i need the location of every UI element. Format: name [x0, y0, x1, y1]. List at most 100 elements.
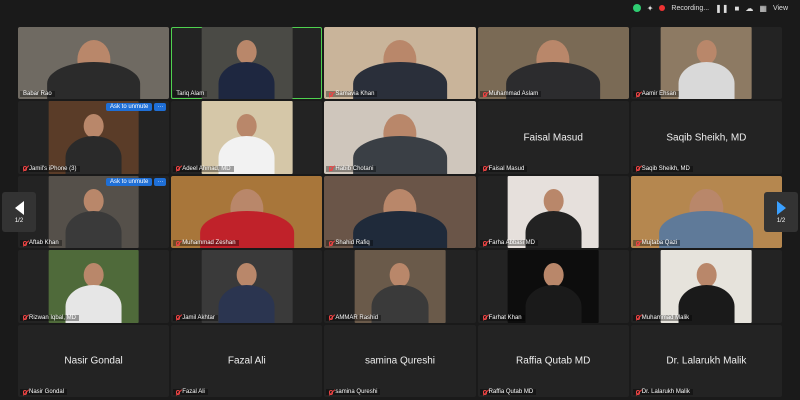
person-head: [390, 263, 410, 288]
person-head: [83, 114, 104, 139]
person-head: [236, 263, 257, 288]
participant-name: Faisal Masud: [488, 165, 525, 172]
participant-name-tag: Muhammad Zeshan: [173, 240, 239, 247]
person-head: [236, 114, 257, 139]
participant-video: [18, 27, 170, 100]
mic-muted-icon: [176, 166, 181, 172]
top-status-bar: ✦ Recording... ❚❚ ■ ☁ ▦ View: [0, 0, 800, 16]
participant-name: Babar Rao: [23, 91, 52, 98]
participant-name: Adeel Ahmad, MD: [182, 165, 231, 172]
participant-name-tag: Adeel Ahmad, MD: [173, 165, 234, 172]
participant-tile[interactable]: Samavia Khan: [324, 27, 476, 100]
participant-tile[interactable]: Adeel Ahmad, MD: [171, 101, 323, 174]
mic-muted-icon: [482, 166, 487, 172]
participant-name: Muhammad Zeshan: [182, 240, 236, 247]
participant-video: [48, 175, 139, 249]
participant-display-name: Fazal Ali: [227, 355, 266, 367]
participant-name-tag: Habib Chotani: [326, 165, 377, 172]
participant-tile[interactable]: Raffia Qutab MD Raffia Qutab MD: [477, 324, 629, 397]
grid-icon[interactable]: ▦: [759, 4, 767, 13]
mic-muted-icon: [176, 389, 181, 395]
ask-to-unmute-group: Ask to unmute ···: [106, 177, 167, 186]
participant-name: Habib Chotani: [335, 165, 374, 172]
participant-tile[interactable]: Tariq Alam: [171, 27, 323, 100]
mic-muted-icon: [482, 315, 487, 321]
participant-video: [201, 250, 293, 323]
participant-tile[interactable]: Jamil Akhtar: [171, 250, 323, 323]
person-head: [696, 40, 717, 64]
participant-video: [324, 101, 476, 174]
participant-name: Jamil Akhtar: [182, 314, 215, 321]
participant-name: Jamil's iPhone (3): [29, 165, 77, 172]
participant-name-tag: AMMAR Rashid: [326, 314, 382, 321]
participant-video: [661, 27, 752, 100]
participant-name: Saqib Sheikh, MD: [641, 165, 690, 172]
sparkle-icon[interactable]: ✦: [647, 4, 654, 13]
participant-video: [171, 175, 323, 249]
participant-display-name: samina Qureshi: [364, 355, 435, 367]
participant-name: Muhammad Aslam: [488, 91, 539, 98]
previous-page-button[interactable]: 1/2: [2, 192, 36, 232]
participant-display-name: Nasir Gondal: [64, 355, 123, 367]
participant-name-tag: Shahid Rafiq: [326, 240, 373, 247]
participant-name-tag: Jamil Akhtar: [173, 314, 218, 321]
participant-tile[interactable]: Habib Chotani: [324, 101, 476, 174]
participant-tile[interactable]: Babar Rao: [18, 27, 170, 100]
participant-tile[interactable]: Ask to unmute ··· Jamil's iPhone (3): [18, 101, 170, 174]
participant-name-tag: Mujtaba Qazi: [632, 240, 681, 247]
participant-name-tag: Aamir Ehsan: [632, 91, 680, 98]
participant-name: Shahid Rafiq: [335, 240, 370, 247]
participant-tile[interactable]: Muhammad Zeshan: [171, 175, 323, 249]
participant-tile[interactable]: Farhat Khan: [477, 250, 629, 323]
participant-tile[interactable]: Nasir Gondal Nasir Gondal: [18, 324, 170, 397]
recording-icon: [659, 5, 666, 11]
participant-name-tag: Raffia Qutab MD: [479, 389, 537, 395]
arrow-left-icon: [14, 200, 24, 215]
pause-icon[interactable]: ❚❚: [715, 4, 728, 13]
ask-to-unmute-button[interactable]: Ask to unmute: [106, 103, 153, 112]
person-head: [236, 40, 257, 64]
participant-name-tag: Aftab Khan: [20, 240, 62, 247]
mic-muted-icon: [635, 389, 640, 395]
participant-tile[interactable]: Dr. Lalarukh Malik Dr. Lalarukh Malik: [630, 324, 782, 397]
more-options-button[interactable]: ···: [154, 177, 167, 186]
participant-tile[interactable]: Farha Abbasi MD: [477, 175, 629, 249]
participant-tile[interactable]: Shahid Rafiq: [324, 175, 476, 249]
participant-name-tag: Nasir Gondal: [20, 389, 68, 395]
participant-name: Nasir Gondal: [29, 389, 65, 395]
ask-to-unmute-button[interactable]: Ask to unmute: [106, 177, 153, 186]
participant-tile[interactable]: AMMAR Rashid: [324, 250, 476, 323]
more-options-button[interactable]: ···: [154, 103, 167, 112]
participant-tile[interactable]: samina Qureshi samina Qureshi: [324, 324, 476, 397]
mic-muted-icon: [482, 389, 487, 395]
stop-icon[interactable]: ■: [735, 4, 740, 13]
participant-gallery: Babar Rao Tariq Alam Samavia Khan Muhammad …: [18, 27, 782, 397]
participant-tile[interactable]: Muhammad Malik: [630, 250, 782, 323]
participant-name: samina Qureshi: [335, 389, 378, 395]
view-button[interactable]: View: [773, 5, 788, 12]
participant-tile[interactable]: Fazal Ali Fazal Ali: [171, 324, 323, 397]
participant-tile[interactable]: Saqib Sheikh, MD Saqib Sheikh, MD: [630, 101, 782, 174]
participant-name-tag: Saqib Sheikh, MD: [632, 165, 693, 172]
mic-muted-icon: [23, 166, 27, 172]
participant-video: [324, 27, 476, 100]
mic-muted-icon: [23, 240, 27, 246]
mic-muted-icon: [329, 240, 334, 246]
participant-tile[interactable]: Rizwan Iqbal, MD: [18, 250, 170, 323]
participant-name: Aftab Khan: [29, 240, 59, 247]
participant-video: [507, 175, 599, 249]
next-page-button[interactable]: 1/2: [764, 192, 798, 232]
participant-tile[interactable]: Aamir Ehsan: [630, 27, 782, 100]
participant-tile[interactable]: Faisal Masud Faisal Masud: [477, 101, 629, 174]
cloud-icon: ☁: [745, 3, 754, 13]
person-figure: [218, 61, 275, 100]
participant-name: Aamir Ehsan: [641, 91, 677, 98]
participant-name-tag: Faisal Masud: [479, 165, 528, 172]
participant-name-tag: Dr. Lalarukh Malik: [632, 389, 693, 395]
participant-tile[interactable]: Mujtaba Qazi: [630, 175, 782, 249]
participant-video: [477, 27, 629, 100]
participant-tile[interactable]: Ask to unmute ··· Aftab Khan: [18, 175, 170, 249]
person-head: [83, 263, 104, 288]
participant-tile[interactable]: Muhammad Aslam: [477, 27, 629, 100]
person-head: [543, 188, 564, 213]
